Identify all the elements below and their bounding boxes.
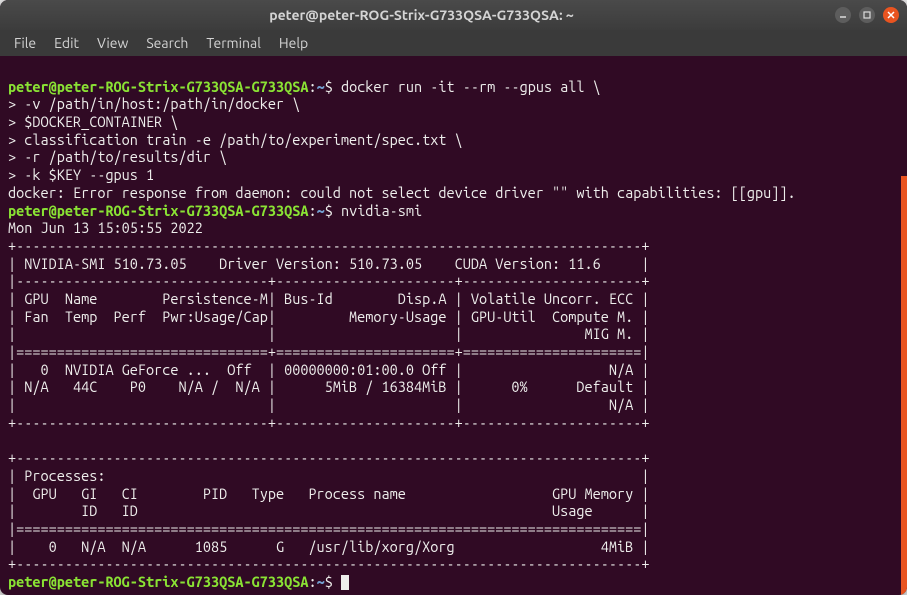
scrollbar[interactable] [901,176,907,595]
prompt-sep: : [308,78,316,95]
nvidia-date: Mon Jun 13 15:05:55 2022 [8,219,203,236]
processes-column-header: | ID ID Usage | [8,502,649,519]
window-title: peter@peter-ROG-Strix-G733QSA-G733QSA: ~ [8,7,835,23]
terminal-content[interactable]: peter@peter-ROG-Strix-G733QSA-G733QSA:~$… [0,56,907,595]
prompt-user-host: peter@peter-ROG-Strix-G733QSA-G733QSA [8,573,308,590]
table-border: |===============================+=======… [8,343,649,360]
menu-view[interactable]: View [89,33,136,53]
gpu-row: | | | N/A | [8,396,649,413]
command-docker-run: docker run -it --rm --gpus all \ [333,78,601,95]
prompt-end: $ [325,78,333,95]
table-border: |-------------------------------+-------… [8,272,649,289]
prompt-path: ~ [317,202,325,219]
command-nvidia-smi: nvidia-smi [333,202,422,219]
prompt-user-host: peter@peter-ROG-Strix-G733QSA-G733QSA [8,202,308,219]
window-controls [835,7,899,23]
gpu-row: | 0 NVIDIA GeForce ... Off | 00000000:01… [8,361,649,378]
prompt-path: ~ [317,78,325,95]
prompt-sep: : [308,573,316,590]
cmd-continuation: > -k $KEY --gpus 1 [8,166,154,183]
nvidia-column-header: | GPU Name Persistence-M| Bus-Id Disp.A … [8,290,649,307]
prompt-end: $ [325,202,333,219]
menu-edit[interactable]: Edit [46,33,87,53]
cursor [341,575,349,590]
nvidia-column-header: | Fan Temp Perf Pwr:Usage/Cap| Memory-Us… [8,308,649,325]
prompt-sep: : [308,202,316,219]
processes-header: | Processes: | [8,467,649,484]
prompt-end: $ [325,573,333,590]
table-border: +---------------------------------------… [8,555,649,572]
nvidia-header-version: | NVIDIA-SMI 510.73.05 Driver Version: 5… [8,255,649,272]
table-border: +---------------------------------------… [8,237,649,254]
process-row: | 0 N/A N/A 1085 G /usr/lib/xorg/Xorg 4M… [8,538,649,555]
processes-column-header: | GPU GI CI PID Type Process name GPU Me… [8,485,649,502]
cmd-continuation: > -r /path/to/results/dir \ [8,148,227,165]
cmd-continuation: > -v /path/in/host:/path/in/docker \ [8,95,300,112]
menu-file[interactable]: File [6,33,44,53]
empty-command [333,573,341,590]
prompt-path: ~ [317,573,325,590]
gpu-row: | N/A 44C P0 N/A / N/A | 5MiB / 16384MiB… [8,378,649,395]
cmd-continuation: > classification train -e /path/to/exper… [8,131,463,148]
menu-search[interactable]: Search [138,33,196,53]
terminal-window: peter@peter-ROG-Strix-G733QSA-G733QSA: ~… [0,0,907,595]
table-border: +-------------------------------+-------… [8,414,649,431]
table-border: |=======================================… [8,520,649,537]
titlebar[interactable]: peter@peter-ROG-Strix-G733QSA-G733QSA: ~ [0,0,907,30]
close-button[interactable] [883,7,899,23]
table-border: +---------------------------------------… [8,449,649,466]
prompt-user-host: peter@peter-ROG-Strix-G733QSA-G733QSA [8,78,308,95]
menu-terminal[interactable]: Terminal [198,33,269,53]
menu-help[interactable]: Help [271,33,316,53]
nvidia-column-header: | | | MIG M. | [8,325,649,342]
maximize-button[interactable] [859,7,875,23]
minimize-button[interactable] [835,7,851,23]
menubar: File Edit View Search Terminal Help [0,30,907,56]
docker-error: docker: Error response from daemon: coul… [8,184,796,201]
cmd-continuation: > $DOCKER_CONTAINER \ [8,113,179,130]
